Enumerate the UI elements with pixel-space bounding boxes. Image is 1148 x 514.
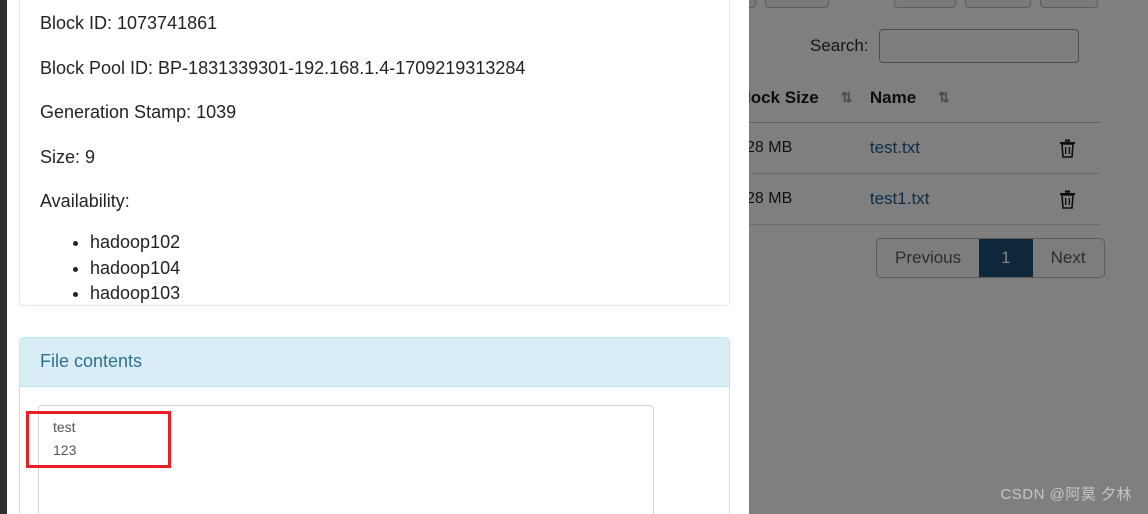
files-table-body: 28 MB test.txt 28 MB test1.txt <box>700 122 1100 225</box>
pagination-page-1-button[interactable]: 1 <box>979 239 1033 277</box>
cell-name: test.txt <box>869 122 1035 174</box>
screen-root: Search: lock Size ⇅ Name ⇅ 28 MB test.tx… <box>0 0 1148 514</box>
files-table: lock Size ⇅ Name ⇅ 28 MB test.txt 28 MB … <box>700 88 1100 225</box>
background-toolbar <box>690 0 1148 8</box>
search-label: Search: <box>810 36 869 55</box>
cell-actions <box>1034 173 1100 225</box>
column-header-name[interactable]: Name ⇅ <box>869 88 1035 123</box>
availability-list: hadoop102 hadoop104 hadoop103 <box>40 230 709 307</box>
file-contents-panel: File contents <box>19 337 730 514</box>
cell-actions <box>1034 122 1100 174</box>
toolbar-button-4[interactable] <box>965 0 1031 8</box>
block-id-line: Block ID: 1073741861 <box>40 13 218 33</box>
file-contents-textarea[interactable] <box>38 405 654 514</box>
block-pool-id-line: Block Pool ID: BP-1831339301-192.168.1.4… <box>40 57 526 78</box>
toolbar-button-3[interactable] <box>894 0 956 8</box>
block-info-panel: Block ID: 1073741861 Block Pool ID: BP-1… <box>19 0 730 306</box>
block-info-modal: Block ID: 1073741861 Block Pool ID: BP-1… <box>0 0 749 514</box>
table-row: 28 MB test.txt <box>700 122 1100 174</box>
size-line: Size: 9 <box>40 146 96 167</box>
list-item: hadoop102 <box>90 230 709 256</box>
file-contents-body <box>20 387 729 514</box>
file-contents-heading: File contents <box>20 338 729 387</box>
search-row: Search: <box>810 29 1079 63</box>
table-header-row: lock Size ⇅ Name ⇅ <box>700 88 1100 123</box>
list-item: hadoop103 <box>90 281 709 307</box>
window-left-edge <box>0 0 7 514</box>
search-input[interactable] <box>878 29 1079 63</box>
sort-icon[interactable]: ⇅ <box>938 89 950 106</box>
table-row: 28 MB test1.txt <box>700 173 1100 225</box>
sort-icon[interactable]: ⇅ <box>841 89 853 106</box>
list-item: hadoop104 <box>90 256 709 282</box>
pagination-previous-button[interactable]: Previous <box>877 239 979 277</box>
generation-stamp-line: Generation Stamp: 1039 <box>40 102 237 123</box>
column-header-actions <box>1034 88 1100 123</box>
trash-icon[interactable] <box>1059 190 1076 209</box>
files-table-head: lock Size ⇅ Name ⇅ <box>700 88 1100 123</box>
toolbar-button-5[interactable] <box>1040 0 1098 8</box>
file-link[interactable]: test1.txt <box>870 189 930 208</box>
pagination: Previous 1 Next <box>876 238 1105 278</box>
file-link[interactable]: test.txt <box>870 138 920 157</box>
trash-icon[interactable] <box>1059 139 1076 158</box>
column-header-block-size-label: lock Size <box>746 88 819 107</box>
availability-label: Availability: <box>40 191 130 212</box>
cell-name: test1.txt <box>869 173 1035 225</box>
toolbar-button-2[interactable] <box>765 0 829 8</box>
column-header-name-label: Name <box>869 88 917 107</box>
pagination-next-button[interactable]: Next <box>1033 239 1104 277</box>
